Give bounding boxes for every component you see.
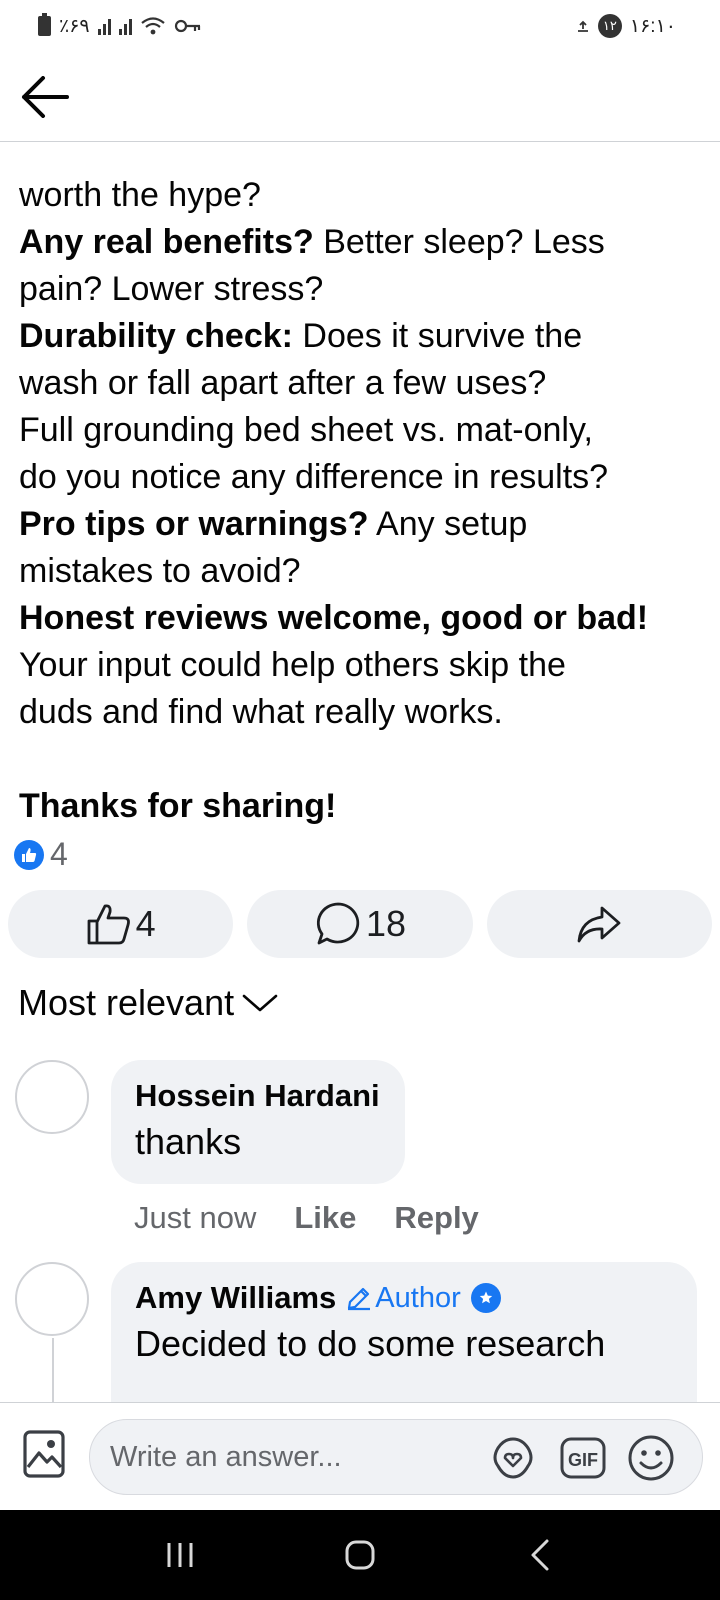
- avatar-sticker-icon: [493, 1437, 533, 1479]
- comment-count: 18: [365, 903, 407, 944]
- signal-icon: [97, 17, 111, 35]
- share-button[interactable]: [486, 890, 712, 958]
- comment-text: thanks: [135, 1121, 242, 1162]
- recent-apps-button[interactable]: [145, 1520, 215, 1590]
- back-button[interactable]: [14, 66, 76, 128]
- thread-line: [52, 1338, 54, 1402]
- avatar[interactable]: [15, 1262, 89, 1336]
- comment-button[interactable]: 18: [247, 890, 473, 958]
- comment-bubble[interactable]: Hossein Hardani thanks: [111, 1060, 405, 1184]
- comment-sort-dropdown[interactable]: Most relevant: [18, 982, 278, 1024]
- share-arrow-icon: [577, 906, 621, 943]
- comment-bubble-icon: [316, 902, 360, 945]
- vpn-key-icon: [174, 19, 200, 33]
- action-row: 4 18: [8, 890, 712, 958]
- comment-author[interactable]: Hossein Hardani: [135, 1078, 380, 1114]
- like-count: 4: [135, 903, 156, 944]
- status-right: ۱۲ ۱۶:۱۰: [576, 14, 676, 38]
- comment-meta: Just now Like Reply: [134, 1200, 479, 1236]
- clock: ۱۶:۱۰: [629, 15, 676, 37]
- status-bar: ٪۶۹ ۱۲ ۱۶:۱۰: [0, 0, 720, 52]
- comment-reply-button[interactable]: Reply: [394, 1200, 478, 1236]
- status-left: ٪۶۹: [38, 13, 202, 38]
- like-button[interactable]: 4: [8, 890, 234, 958]
- photo-button[interactable]: [22, 1429, 70, 1483]
- reaction-summary[interactable]: 4: [14, 836, 68, 873]
- post-line: do you notice any difference in results?: [19, 458, 609, 496]
- avatar[interactable]: [15, 1060, 89, 1134]
- verified-icon: [470, 1283, 501, 1313]
- comment-like-button[interactable]: Like: [294, 1200, 356, 1236]
- author-badge: Author: [346, 1282, 461, 1315]
- top-bar: [0, 52, 720, 142]
- post-line: worth the hype?: [19, 176, 261, 214]
- comment-time: Just now: [134, 1200, 257, 1235]
- home-icon: [345, 1540, 375, 1570]
- post-line: duds and find what really works.: [19, 693, 503, 731]
- smiley-icon: [628, 1435, 674, 1481]
- svg-text:GIF: GIF: [568, 1450, 598, 1470]
- sort-label: Most relevant: [18, 982, 235, 1023]
- notification-badge: ۱۲: [597, 14, 622, 38]
- gif-icon: GIF: [560, 1437, 606, 1479]
- post-line: Any real benefits? Better sleep? Less: [19, 223, 605, 261]
- thumbs-up-icon: [87, 904, 130, 945]
- post-line: Full grounding bed sheet vs. mat-only,: [19, 411, 593, 449]
- post-body: worth the hype? Any real benefits? Bette…: [19, 142, 709, 830]
- post-line: Thanks for sharing!: [19, 787, 337, 825]
- reaction-count: 4: [50, 836, 68, 872]
- arrow-left-icon: [22, 76, 69, 118]
- system-back-button[interactable]: [505, 1520, 575, 1590]
- home-button[interactable]: [325, 1520, 395, 1590]
- post-line: mistakes to avoid?: [19, 552, 301, 590]
- gif-button[interactable]: GIF: [556, 1432, 610, 1484]
- comment-text: Decided to do some research: [135, 1323, 606, 1364]
- chevron-down-icon: [242, 994, 278, 1012]
- comment-author[interactable]: Amy Williams: [135, 1280, 336, 1316]
- wifi-icon: [140, 17, 165, 35]
- emoji-button[interactable]: [624, 1432, 678, 1484]
- system-nav-bar: [0, 1510, 720, 1600]
- post-line: pain? Lower stress?: [19, 270, 324, 308]
- post-line: Your input could help others skip the: [19, 646, 566, 684]
- signal-icon-2: [118, 17, 132, 35]
- post-line-blank: [19, 736, 709, 783]
- pencil-icon: [348, 1287, 371, 1311]
- battery-level: ٪۶۹: [59, 15, 90, 37]
- avatar-sticker-button[interactable]: [486, 1432, 540, 1484]
- post-line: Durability check: Does it survive the: [19, 317, 583, 355]
- battery-icon: [38, 13, 51, 36]
- comment-bubble[interactable]: Amy Williams Author Decided to do some r…: [111, 1262, 697, 1402]
- chevron-left-icon: [531, 1539, 549, 1571]
- recent-apps-icon: [167, 1543, 193, 1567]
- clipped-line: [19, 142, 709, 172]
- image-icon: [23, 1430, 65, 1478]
- upload-icon: [577, 20, 588, 32]
- like-reaction-icon: [14, 839, 44, 870]
- answer-input[interactable]: [110, 1420, 470, 1494]
- post-line: wash or fall apart after a few uses?: [19, 364, 547, 402]
- post-line: Honest reviews welcome, good or bad!: [19, 599, 649, 637]
- post-content: worth the hype? Any real benefits? Bette…: [0, 142, 720, 1402]
- answer-input-wrap: GIF: [89, 1419, 703, 1495]
- post-line: Pro tips or warnings? Any setup: [19, 505, 528, 543]
- comment-composer: GIF: [0, 1402, 720, 1510]
